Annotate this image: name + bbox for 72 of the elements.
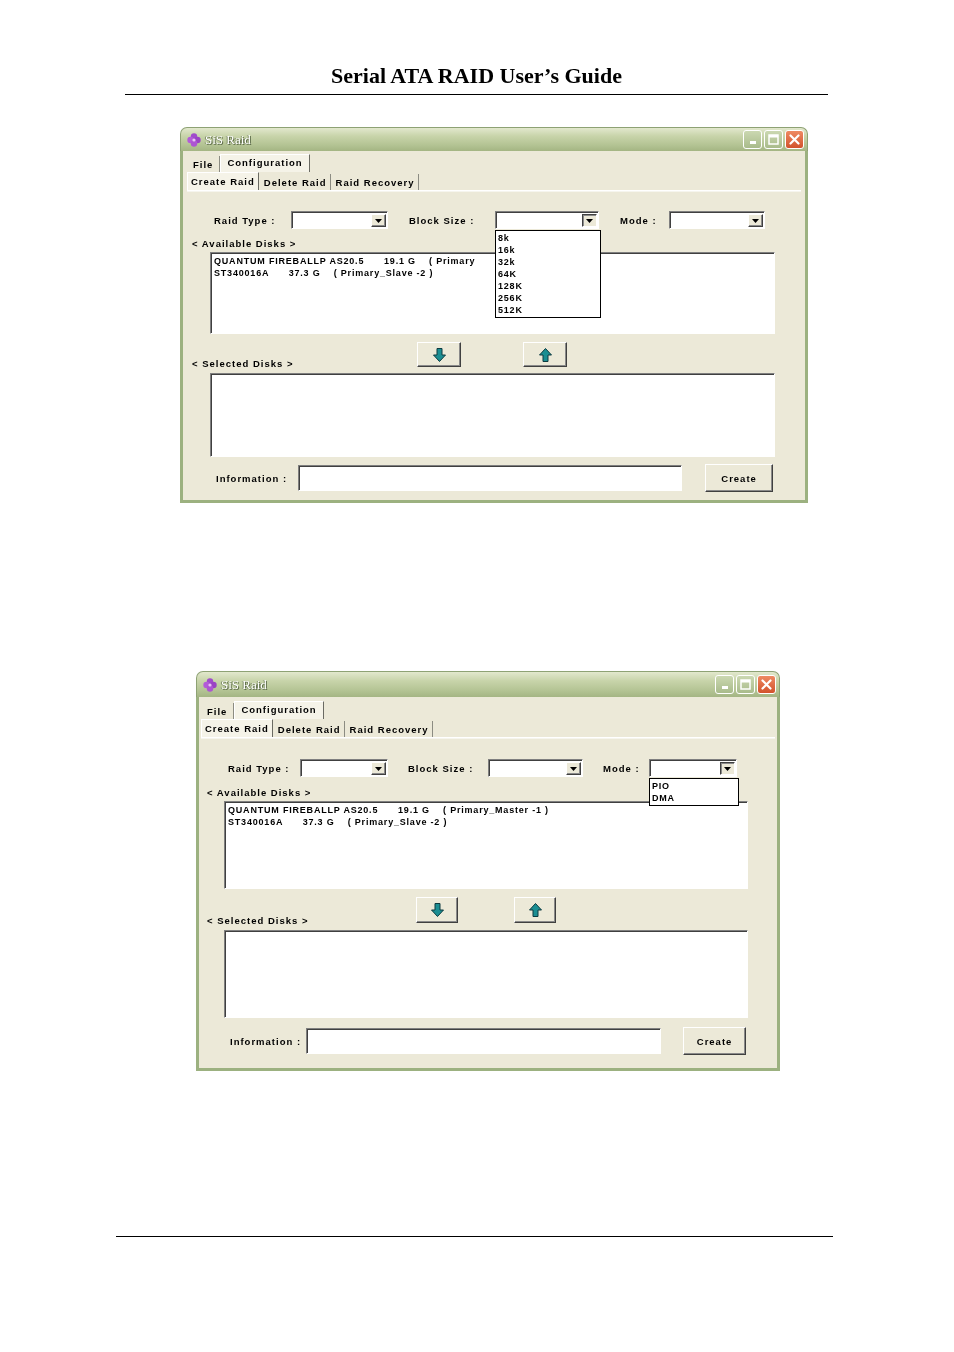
tab[interactable]: Create Raid xyxy=(187,172,259,190)
dropdown-option[interactable]: 256K xyxy=(497,292,523,304)
section-label: < Available Disks > xyxy=(207,787,312,798)
move-up-button[interactable] xyxy=(523,342,567,367)
dropdown-option[interactable]: 128K xyxy=(497,280,523,292)
caret-icon xyxy=(375,766,382,771)
information-field[interactable] xyxy=(298,465,683,491)
flower-icon xyxy=(203,677,217,692)
close-icon xyxy=(789,134,800,145)
field-label: Information : xyxy=(230,1035,302,1047)
disk-list-item[interactable]: ST340016A 37.3 G ( Primary_Slave -2 ) xyxy=(228,816,448,828)
flower-icon xyxy=(187,132,201,147)
close-button[interactable] xyxy=(785,130,804,149)
page-title: Serial ATA RAID User’s Guide xyxy=(331,63,622,89)
section-label: < Selected Disks > xyxy=(207,915,309,926)
section-label: < Available Disks > xyxy=(192,238,297,249)
down-arrow-icon xyxy=(432,347,446,362)
tab[interactable]: Create Raid xyxy=(201,719,273,737)
caret-icon xyxy=(724,766,731,771)
section-label: < Selected Disks > xyxy=(192,358,294,369)
create-button[interactable]: Create xyxy=(705,464,774,492)
maximize-icon xyxy=(768,134,779,145)
dropdown-option[interactable]: 512K xyxy=(497,304,523,316)
information-field[interactable] xyxy=(306,1028,662,1054)
tab[interactable]: Raid Recovery xyxy=(332,174,419,190)
up-arrow-icon xyxy=(528,903,542,917)
tab[interactable]: Raid Recovery xyxy=(346,721,433,737)
move-down-button[interactable] xyxy=(416,897,458,923)
caret-icon xyxy=(570,766,577,771)
dropdown-option[interactable]: 8k xyxy=(497,232,510,244)
dropdown-field[interactable] xyxy=(669,211,765,229)
dropdown-field[interactable] xyxy=(300,759,388,777)
dropdown-button[interactable] xyxy=(720,762,735,775)
dropdown-option[interactable]: 32k xyxy=(497,256,516,268)
caret-icon xyxy=(752,218,759,223)
field-label: Raid Type : xyxy=(214,214,276,226)
close-button[interactable] xyxy=(757,675,776,694)
down-arrow-icon xyxy=(430,903,444,917)
dropdown-option[interactable]: PIO xyxy=(651,780,670,792)
caret-icon xyxy=(586,218,593,223)
create-button[interactable]: Create xyxy=(683,1027,747,1055)
dropdown-field[interactable] xyxy=(495,211,599,229)
tab[interactable]: Configuration xyxy=(234,701,324,719)
dropdown-field[interactable] xyxy=(649,759,737,777)
tab[interactable]: Delete Raid xyxy=(260,174,331,190)
up-arrow-icon xyxy=(538,347,552,362)
dropdown-field[interactable] xyxy=(488,759,583,777)
window-title: SiS Raid xyxy=(221,676,267,693)
window-title: SiS Raid xyxy=(205,131,251,148)
field-label: Mode : xyxy=(603,762,640,774)
disk-list[interactable]: QUANTUM FIREBALLP AS20.5 19.1 G ( Primary_Master -1 ) ST340016A 37.3 G ( Primary_Slave -2 ) xyxy=(224,801,748,889)
field-label: Block Size : xyxy=(408,762,474,774)
field-label: Block Size : xyxy=(409,214,475,226)
maximize-icon xyxy=(740,679,751,690)
selected-disk-list[interactable] xyxy=(224,930,748,1018)
field-label: Raid Type : xyxy=(228,762,290,774)
field-label: Information : xyxy=(216,472,288,484)
move-down-button[interactable] xyxy=(417,342,461,367)
disk-list-item[interactable]: QUANTUM FIREBALLP AS20.5 19.1 G ( Primary_Master -1 ) xyxy=(228,804,549,816)
close-icon xyxy=(761,679,772,690)
selected-disk-list[interactable] xyxy=(210,373,775,457)
disk-list-item[interactable]: QUANTUM FIREBALLP AS20.5 19.1 G ( Primary xyxy=(214,255,476,267)
caret-icon xyxy=(375,218,382,223)
tab[interactable]: Delete Raid xyxy=(274,721,345,737)
disk-list-item[interactable]: ST340016A 37.3 G ( Primary_Slave -2 ) xyxy=(214,267,434,279)
field-label: Mode : xyxy=(620,214,657,226)
move-up-button[interactable] xyxy=(514,897,556,923)
tab[interactable]: Configuration xyxy=(220,154,310,172)
dropdown-option[interactable]: DMA xyxy=(651,792,675,804)
dropdown-option[interactable]: 64K xyxy=(497,268,517,280)
dropdown-button[interactable] xyxy=(582,214,597,227)
dropdown-field[interactable] xyxy=(291,211,388,229)
